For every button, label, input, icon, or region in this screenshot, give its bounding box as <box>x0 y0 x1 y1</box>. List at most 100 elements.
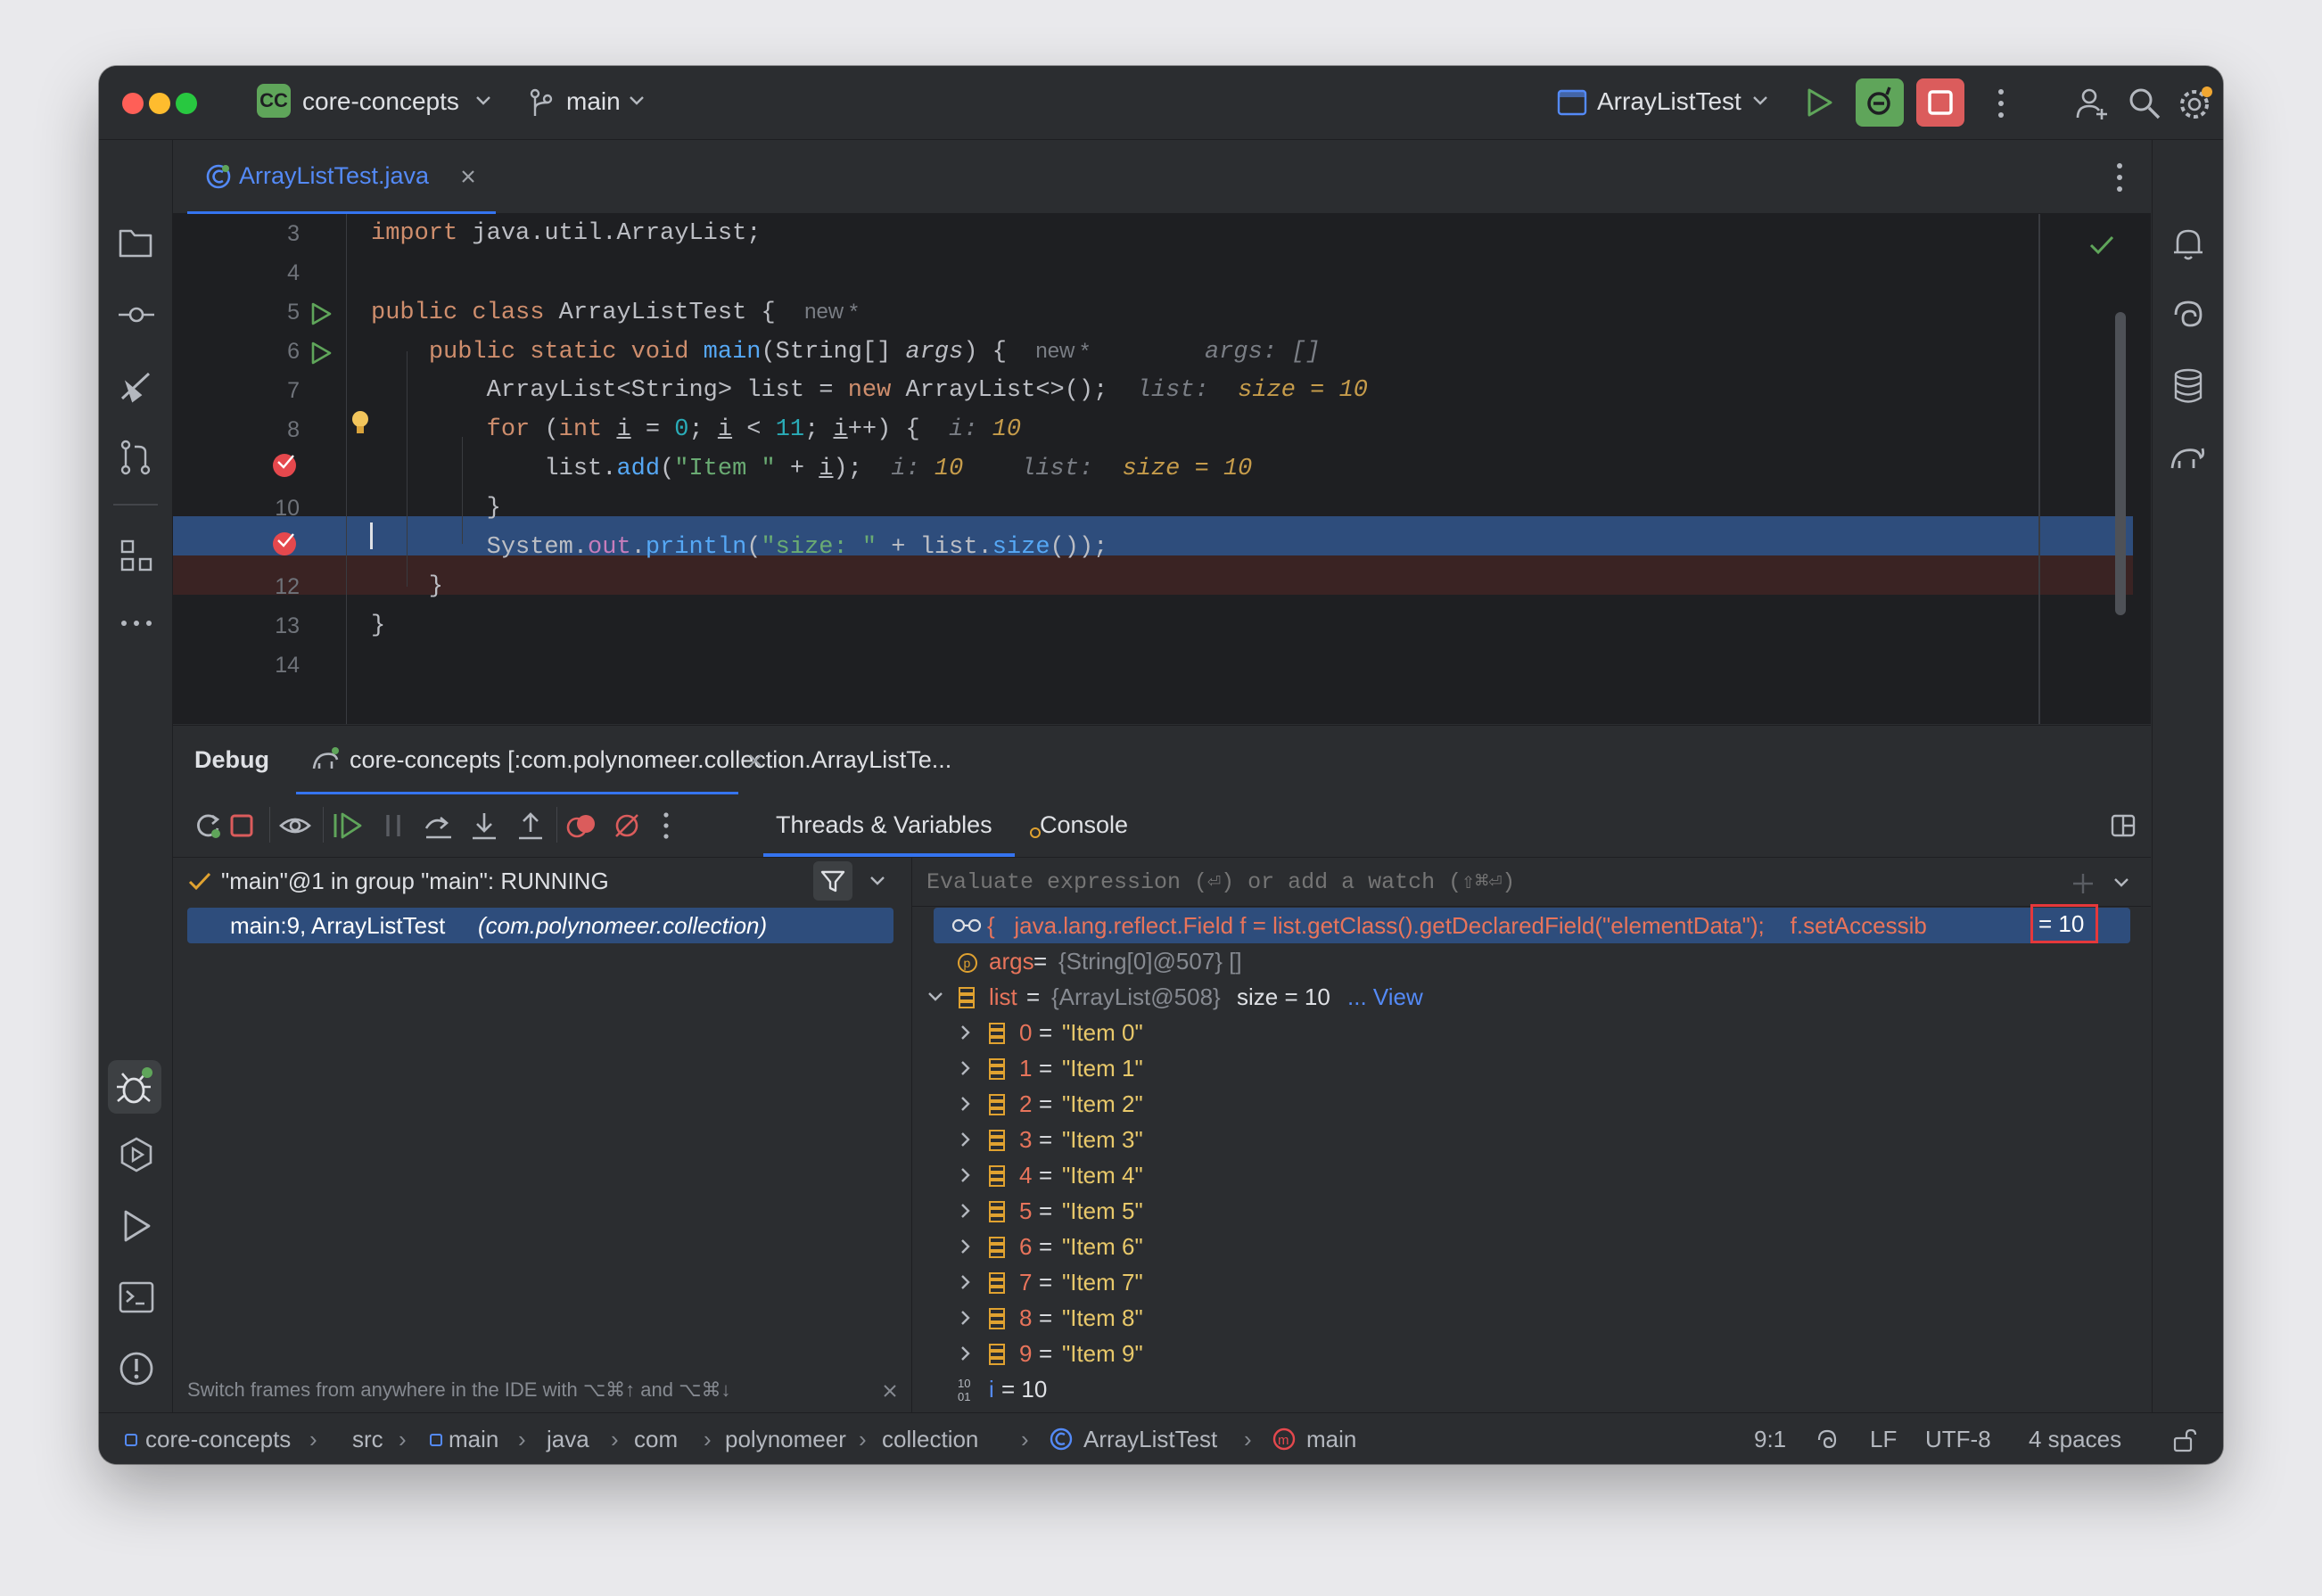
variable-row-i[interactable]: 10 01 i = 10 <box>912 1371 2151 1407</box>
breadcrumb-method[interactable]: main <box>1306 1424 1356 1454</box>
branch-selector[interactable]: main <box>566 86 621 118</box>
list-item[interactable]: 0 = "Item 0" <box>912 1015 2151 1050</box>
layout-settings-icon[interactable] <box>2110 812 2137 839</box>
breadcrumb-polynomeer[interactable]: polynomeer <box>725 1424 846 1454</box>
evaluate-expression-input[interactable] <box>912 858 2071 906</box>
tab-more-icon[interactable] <box>2115 161 2124 193</box>
breadcrumb-project[interactable]: core-concepts <box>145 1424 291 1454</box>
project-folder-icon[interactable] <box>117 224 156 263</box>
chevron-right-icon[interactable] <box>959 1024 973 1041</box>
zoom-window-button[interactable] <box>176 93 197 114</box>
list-item[interactable]: 7 = "Item 7" <box>912 1264 2151 1300</box>
debug-rerun-button[interactable] <box>1856 78 1904 127</box>
line-ending[interactable]: LF <box>1870 1424 1897 1454</box>
chevron-down-icon[interactable] <box>2112 876 2130 890</box>
intention-bulb-icon[interactable] <box>348 408 373 439</box>
chevron-right-icon[interactable] <box>959 1166 973 1184</box>
list-item[interactable]: 4 = "Item 4" <box>912 1157 2151 1193</box>
close-session-icon[interactable] <box>747 753 763 769</box>
cursor-position[interactable]: 9:1 <box>1754 1424 1786 1454</box>
list-item[interactable]: 1 = "Item 1" <box>912 1050 2151 1086</box>
chevron-right-icon[interactable] <box>959 1273 973 1291</box>
unlock-icon[interactable] <box>2171 1427 2196 1452</box>
variable-row-list[interactable]: list = {ArrayList@508} size = 10 ... Vie… <box>912 979 2151 1015</box>
stack-frame-row[interactable]: main:9, ArrayListTest (com.polynomeer.co… <box>187 908 893 943</box>
list-item[interactable]: 8 = "Item 8" <box>912 1300 2151 1336</box>
run-class-gutter-icon[interactable] <box>309 301 333 326</box>
step-out-icon[interactable] <box>515 810 546 841</box>
close-window-button[interactable] <box>122 93 144 114</box>
run-config-selector[interactable]: ArrayListTest <box>1597 86 1742 118</box>
file-encoding[interactable]: UTF-8 <box>1925 1424 1991 1454</box>
chevron-right-icon[interactable] <box>959 1059 973 1077</box>
add-user-icon[interactable] <box>2075 86 2111 121</box>
tab-threads-variables[interactable]: Threads & Variables <box>763 794 1015 857</box>
breadcrumb-class[interactable]: ArrayListTest <box>1083 1424 1217 1454</box>
commit-icon[interactable] <box>117 295 156 334</box>
stop-icon[interactable] <box>226 810 257 841</box>
breakpoint-icon[interactable] <box>269 528 300 558</box>
tab-console[interactable]: Console <box>1029 794 1154 857</box>
chevron-right-icon[interactable] <box>959 1202 973 1220</box>
pause-program-icon[interactable] <box>378 810 408 841</box>
chevron-right-icon[interactable] <box>959 1131 973 1148</box>
list-item[interactable]: 3 = "Item 3" <box>912 1122 2151 1157</box>
view-breakpoints-icon[interactable] <box>565 810 597 841</box>
breadcrumb-main[interactable]: main <box>449 1424 498 1454</box>
more-vertical-icon[interactable] <box>662 810 671 841</box>
debug-session-tab[interactable]: core-concepts [:com.polynomeer.collectio… <box>296 726 951 795</box>
database-icon[interactable] <box>2169 366 2208 406</box>
project-selector[interactable]: core-concepts <box>302 86 459 118</box>
chevron-down-icon[interactable] <box>869 874 886 888</box>
stop-button[interactable] <box>1916 78 1964 127</box>
breadcrumb-collection[interactable]: collection <box>882 1424 978 1454</box>
step-into-icon[interactable] <box>469 810 499 841</box>
run-main-gutter-icon[interactable] <box>309 341 333 366</box>
list-item[interactable]: 5 = "Item 5" <box>912 1193 2151 1229</box>
list-item[interactable]: 6 = "Item 6" <box>912 1229 2151 1264</box>
breadcrumb-java[interactable]: java <box>547 1424 589 1454</box>
pull-requests-icon[interactable] <box>117 438 156 477</box>
code-with-me-icon[interactable] <box>117 366 156 406</box>
editor-scrollbar[interactable] <box>2115 312 2126 615</box>
debug-tool-active[interactable] <box>108 1060 161 1114</box>
watch-row[interactable]: { java.lang.reflect.Field f = list.getCl… <box>934 904 2130 943</box>
chevron-right-icon[interactable] <box>959 1238 973 1255</box>
search-icon[interactable] <box>2127 86 2162 121</box>
add-watch-icon[interactable] <box>2070 870 2096 897</box>
view-breakpoints-eye-icon[interactable] <box>278 810 312 841</box>
breakpoint-icon[interactable] <box>269 449 300 480</box>
run-tool-icon[interactable] <box>117 1206 156 1246</box>
minimize-window-button[interactable] <box>149 93 170 114</box>
chevron-down-icon[interactable] <box>926 990 944 1004</box>
chevron-right-icon[interactable] <box>959 1095 973 1113</box>
chevron-right-icon[interactable] <box>959 1309 973 1327</box>
structure-icon[interactable] <box>117 536 156 575</box>
more-vertical-icon[interactable] <box>1997 87 2005 119</box>
step-over-icon[interactable] <box>423 810 455 841</box>
code-editor[interactable]: 3 4 5 6 7 8 10 12 13 14 import java.util… <box>173 214 2151 724</box>
indent-setting[interactable]: 4 spaces <box>2029 1424 2121 1454</box>
chevron-right-icon[interactable] <box>959 1345 973 1362</box>
breadcrumb-src[interactable]: src <box>352 1424 383 1454</box>
close-tab-icon[interactable] <box>460 169 476 185</box>
filter-frames-button[interactable] <box>813 861 852 901</box>
services-icon[interactable] <box>117 1135 156 1174</box>
view-link[interactable]: ... View <box>1347 979 1423 1015</box>
list-item[interactable]: 2 = "Item 2" <box>912 1086 2151 1122</box>
notifications-bell-icon[interactable] <box>2169 224 2208 263</box>
run-button[interactable] <box>1806 87 1834 118</box>
breadcrumb-com[interactable]: com <box>634 1424 678 1454</box>
mute-breakpoints-icon[interactable] <box>612 810 642 841</box>
dismiss-hint-icon[interactable] <box>883 1384 897 1398</box>
problems-icon[interactable] <box>117 1349 156 1388</box>
resume-program-icon[interactable] <box>332 810 364 841</box>
terminal-icon[interactable] <box>117 1278 156 1317</box>
settings-gear-icon[interactable] <box>2177 86 2214 123</box>
gradle-elephant-icon[interactable] <box>2169 438 2208 477</box>
ai-assistant-icon[interactable] <box>1815 1427 1840 1452</box>
rerun-icon[interactable] <box>193 810 223 841</box>
ai-assistant-icon[interactable] <box>2169 295 2208 334</box>
more-horizontal-icon[interactable] <box>117 604 156 643</box>
editor-tab-arraylisttest[interactable]: ArrayListTest.java <box>187 140 496 215</box>
